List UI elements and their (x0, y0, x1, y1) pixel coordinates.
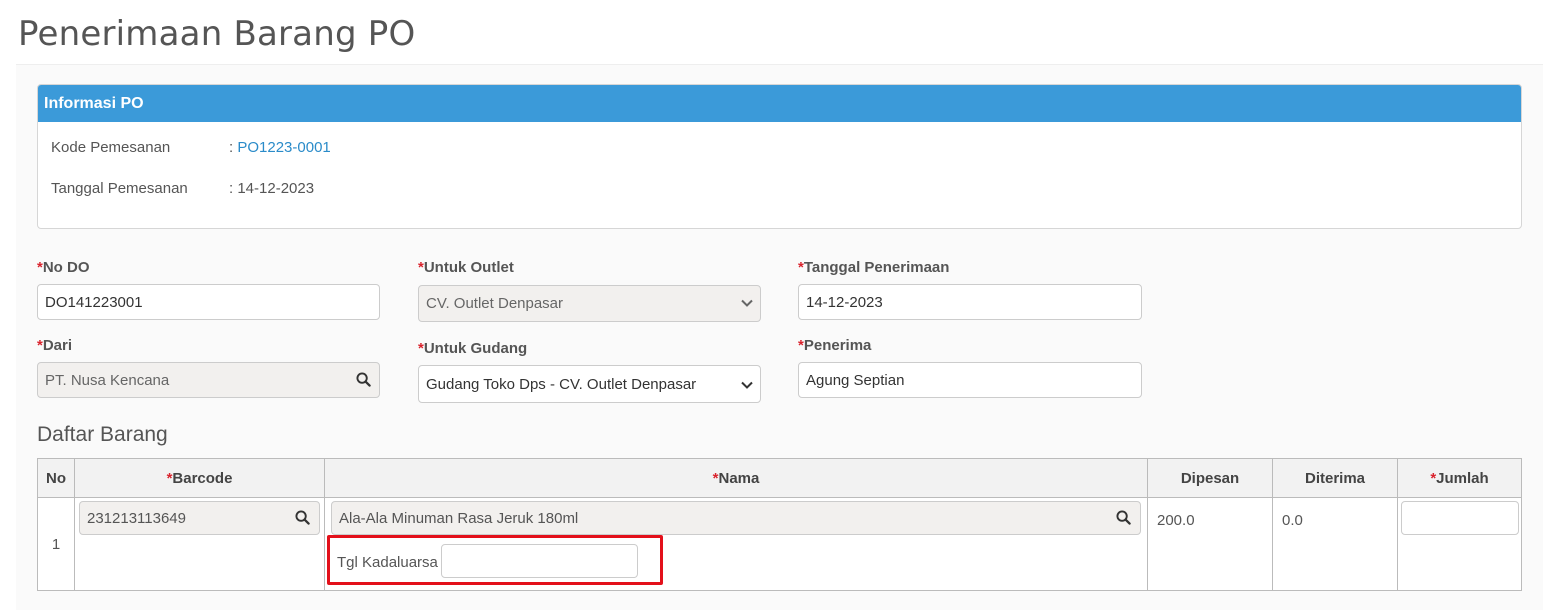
order-code-row: Kode Pemesanan: PO1223-0001 (51, 139, 331, 156)
chevron-down-icon (741, 299, 753, 307)
col-barcode: *Barcode (74, 458, 325, 498)
no-do-input[interactable]: DO141223001 (37, 284, 380, 320)
receive-date-value: 14-12-2023 (806, 294, 883, 311)
order-date-row: Tanggal Pemesanan: 14-12-2023 (51, 180, 314, 197)
barcode-value: 231213113649 (87, 510, 186, 527)
name-cell: Ala-Ala Minuman Rasa Jeruk 180ml Tgl Kad… (324, 497, 1148, 591)
ordered-cell: 200.0 (1147, 497, 1273, 591)
outlet-select[interactable]: CV. Outlet Denpasar (418, 285, 761, 322)
outlet-label-text: Untuk Outlet (423, 259, 514, 276)
receive-date-label-text: Tanggal Penerimaan (803, 259, 950, 276)
search-icon[interactable] (295, 510, 310, 529)
col-no: No (37, 458, 75, 498)
order-date-value: 14-12-2023 (237, 180, 315, 197)
table-header-row: No *Barcode *Nama Dipesan Diterima *Juml… (37, 458, 1522, 498)
barcode-input[interactable]: 231213113649 (79, 501, 320, 535)
warehouse-select[interactable]: Gudang Toko Dps - CV. Outlet Denpasar (418, 365, 761, 403)
from-label: *Dari (37, 337, 72, 354)
receiver-label: *Penerima (798, 337, 871, 354)
col-barcode-text: Barcode (172, 469, 233, 487)
col-name-text: Nama (718, 469, 760, 487)
barcode-cell: 231213113649 (74, 497, 325, 591)
section-title: Daftar Barang (37, 423, 168, 446)
chevron-down-icon (741, 381, 753, 389)
receiver-label-text: Penerima (803, 337, 872, 354)
page-title: Penerimaan Barang PO (18, 14, 416, 54)
col-qty-text: Jumlah (1436, 469, 1489, 487)
col-name: *Nama (324, 458, 1148, 498)
warehouse-label-text: Untuk Gudang (423, 340, 528, 357)
search-icon[interactable] (356, 372, 371, 391)
item-name-input[interactable]: Ala-Ala Minuman Rasa Jeruk 180ml (331, 501, 1141, 535)
separator: : (229, 180, 234, 197)
from-label-text: Dari (42, 337, 73, 354)
qty-input[interactable] (1401, 501, 1519, 535)
items-table: No *Barcode *Nama Dipesan Diterima *Juml… (37, 458, 1522, 591)
col-ordered: Dipesan (1147, 458, 1273, 498)
no-do-label-text: No DO (42, 259, 90, 276)
panel-title: Informasi PO (38, 85, 1521, 122)
order-code-link[interactable]: PO1223-0001 (237, 139, 330, 156)
received-value: 0.0 (1282, 512, 1303, 529)
table-row: 1 231213113649 Ala-Ala Minuman Rasa Jeru… (37, 497, 1522, 591)
order-date-label: Tanggal Pemesanan (51, 180, 188, 197)
col-qty: *Jumlah (1397, 458, 1522, 498)
outlet-label: *Untuk Outlet (418, 259, 514, 276)
ordered-value: 200.0 (1157, 512, 1195, 529)
row-no: 1 (37, 497, 75, 591)
expiry-label: Tgl Kadaluarsa (337, 554, 438, 571)
order-code-label: Kode Pemesanan (51, 139, 171, 156)
outlet-value: CV. Outlet Denpasar (426, 295, 564, 312)
qty-cell (1397, 497, 1522, 591)
from-value: PT. Nusa Kencana (45, 372, 170, 389)
receive-date-input[interactable]: 14-12-2023 (798, 284, 1142, 320)
info-po-panel: Informasi PO Kode Pemesanan: PO1223-0001… (37, 84, 1522, 229)
receiver-value: Agung Septian (806, 372, 905, 389)
receive-date-label: *Tanggal Penerimaan (798, 259, 949, 276)
expiry-date-input[interactable] (441, 544, 638, 578)
no-do-label: *No DO (37, 259, 90, 276)
warehouse-label: *Untuk Gudang (418, 340, 527, 357)
received-cell: 0.0 (1272, 497, 1398, 591)
from-supplier-input[interactable]: PT. Nusa Kencana (37, 362, 380, 398)
col-received: Diterima (1272, 458, 1398, 498)
separator: : (229, 139, 234, 156)
warehouse-value: Gudang Toko Dps - CV. Outlet Denpasar (426, 376, 697, 393)
item-name-value: Ala-Ala Minuman Rasa Jeruk 180ml (339, 510, 579, 527)
receiver-input[interactable]: Agung Septian (798, 362, 1142, 398)
search-icon[interactable] (1116, 510, 1131, 529)
no-do-value: DO141223001 (45, 294, 143, 311)
